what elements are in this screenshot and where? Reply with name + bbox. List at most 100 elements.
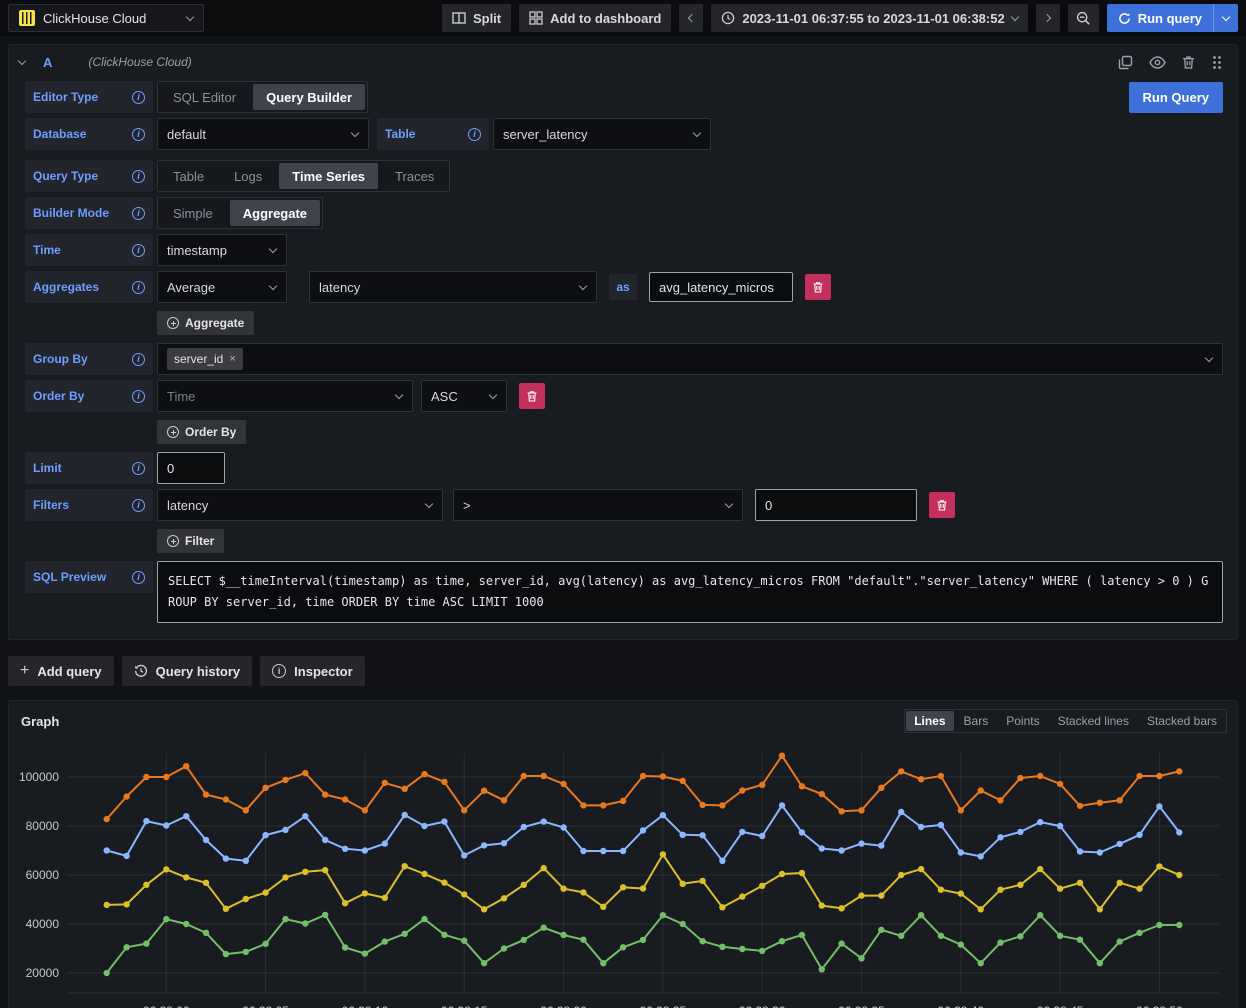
option-logs[interactable]: Logs [221,163,275,189]
info-icon[interactable] [132,462,145,475]
filter-operator-select[interactable]: > [453,489,743,521]
order-by-direction-select[interactable]: ASC [421,380,507,412]
svg-text:06:38:20: 06:38:20 [540,1004,587,1008]
zoom-out-button[interactable] [1068,4,1099,32]
svg-text:06:38:30: 06:38:30 [739,1004,786,1008]
limit-row: Limit [25,452,1223,484]
order-by-column-select[interactable]: Time [157,380,413,412]
info-icon[interactable] [132,390,145,403]
option-sql-editor[interactable]: SQL Editor [160,84,249,110]
chart-area[interactable]: 2000040000600008000010000006:38:0006:38:… [9,735,1237,1008]
info-circle-icon [272,664,286,678]
info-icon[interactable] [132,571,145,584]
mode-points[interactable]: Points [998,711,1047,731]
svg-text:06:38:40: 06:38:40 [937,1004,984,1008]
editor-type-radio-group: SQL Editor Query Builder [157,81,368,113]
add-query-label: Add query [37,664,101,679]
mode-bars[interactable]: Bars [956,711,997,731]
split-label: Split [473,11,501,26]
collapse-chevron-icon[interactable] [18,56,26,64]
svg-text:40000: 40000 [26,917,60,931]
order-by-column-value: Time [167,389,195,404]
time-series-chart[interactable]: 2000040000600008000010000006:38:0006:38:… [17,739,1231,1008]
aggregate-function-select[interactable]: Average [157,271,287,303]
info-icon[interactable] [132,170,145,183]
remove-tag-icon[interactable]: × [229,353,235,365]
time-label: Time [33,243,61,257]
info-icon[interactable] [132,353,145,366]
aggregate-column-value: latency [319,280,360,295]
filter-column-select[interactable]: latency [157,489,443,521]
filters-label-cell: Filters [25,489,153,521]
option-simple[interactable]: Simple [160,200,226,226]
limit-input[interactable] [157,452,225,484]
svg-text:100000: 100000 [19,770,59,784]
option-time-series[interactable]: Time Series [279,163,378,189]
aggregate-alias-input[interactable] [649,272,793,302]
info-icon[interactable] [132,499,145,512]
trash-icon [936,499,948,512]
chevron-down-icon [269,244,277,252]
duplicate-icon[interactable] [1118,55,1133,70]
chevron-down-icon [1222,12,1230,20]
time-range-forward-button[interactable] [1036,4,1060,32]
info-icon[interactable] [132,281,145,294]
remove-filter-button[interactable] [929,492,955,518]
query-type-row: Query Type Table Logs Time Series Traces [25,160,1223,192]
eye-icon[interactable] [1149,56,1166,69]
aggregate-column-select[interactable]: latency [309,271,597,303]
dashboard-grid-icon [529,11,543,25]
graph-title: Graph [21,714,59,729]
group-by-multiselect[interactable]: server_id × [157,343,1223,375]
inspector-button[interactable]: Inspector [260,656,365,686]
top-nav: ClickHouse Cloud Split Add to dashboard … [0,0,1246,36]
run-query-caret[interactable] [1213,4,1238,32]
query-builder-body: Editor Type SQL Editor Query Builder Run… [9,79,1237,639]
query-type-label: Query Type [33,169,98,183]
query-history-button[interactable]: Query history [122,656,253,686]
time-range-picker[interactable]: 2023-11-01 06:37:55 to 2023-11-01 06:38:… [711,4,1027,32]
svg-text:06:38:35: 06:38:35 [838,1004,885,1008]
option-query-builder[interactable]: Query Builder [253,84,365,110]
run-query-split-button[interactable]: Run query [1107,4,1238,32]
filter-value-input[interactable] [755,489,917,521]
chevron-down-icon [693,128,701,136]
add-order-by-button[interactable]: Order By [157,420,246,444]
add-query-button[interactable]: + Add query [8,656,114,686]
info-icon[interactable] [132,244,145,257]
table-select[interactable]: server_latency [493,118,711,150]
svg-text:80000: 80000 [26,819,60,833]
datasource-picker[interactable]: ClickHouse Cloud [8,4,204,32]
time-column-select[interactable]: timestamp [157,234,287,266]
svg-text:06:38:25: 06:38:25 [640,1004,687,1008]
info-icon[interactable] [132,91,145,104]
mode-stacked-bars[interactable]: Stacked bars [1139,711,1225,731]
add-filter-button[interactable]: Filter [157,529,224,553]
info-icon[interactable] [132,207,145,220]
remove-aggregate-button[interactable] [805,274,831,300]
database-select[interactable]: default [157,118,369,150]
datasource-name: ClickHouse Cloud [43,11,179,26]
filter-operator-value: > [463,498,471,513]
query-row-header: A (ClickHouse Cloud) [9,45,1237,79]
remove-order-by-button[interactable] [519,383,545,409]
svg-text:06:38:45: 06:38:45 [1037,1004,1084,1008]
order-by-row: Order By Time ASC [25,380,1223,412]
info-icon[interactable] [132,128,145,141]
add-to-dashboard-button[interactable]: Add to dashboard [519,4,671,32]
add-filter-label: Filter [185,534,214,548]
run-query-inline-button[interactable]: Run Query [1129,82,1223,113]
mode-stacked-lines[interactable]: Stacked lines [1050,711,1137,731]
info-icon[interactable] [468,128,481,141]
time-range-back-button[interactable] [679,4,703,32]
option-table[interactable]: Table [160,163,217,189]
order-by-direction-value: ASC [431,389,458,404]
trash-icon[interactable] [1182,55,1195,70]
split-button[interactable]: Split [442,4,511,32]
mode-lines[interactable]: Lines [906,711,953,731]
add-aggregate-button[interactable]: Aggregate [157,311,254,335]
drag-handle-icon[interactable] [1211,55,1223,70]
option-traces[interactable]: Traces [382,163,447,189]
option-aggregate[interactable]: Aggregate [230,200,320,226]
run-query-main[interactable]: Run query [1107,4,1213,32]
